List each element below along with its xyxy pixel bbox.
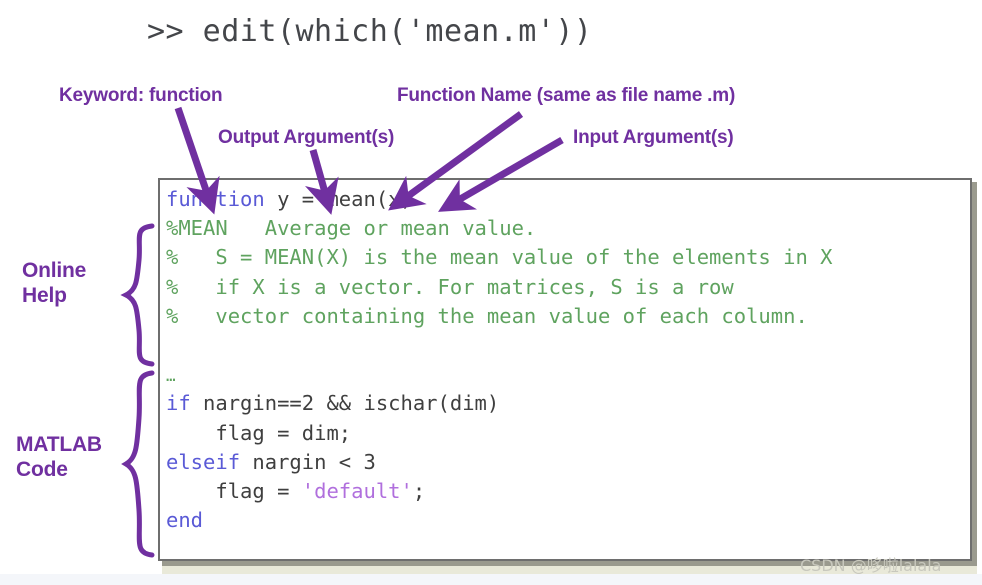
code-token-comment: % S = MEAN(X) is the mean value of the e… — [166, 245, 833, 270]
code-line: if nargin==2 && ischar(dim) — [166, 389, 970, 418]
annotation-label-function-name: Function Name (same as file name .m) — [397, 85, 736, 106]
code-token-spacer — [166, 333, 178, 357]
code-token-text: nargin < 3 — [240, 449, 376, 474]
code-line-list: function y = mean(x) %MEAN Average or mea… — [166, 185, 970, 559]
code-token-keyword: if — [166, 391, 191, 416]
code-token-keyword: elseif — [166, 449, 241, 474]
code-token-text: flag = dim; — [166, 420, 352, 445]
section-label-matlab-code: MATLAB Code — [16, 433, 102, 481]
code-line: % S = MEAN(X) is the mean value of the e… — [166, 243, 970, 272]
code-line: % vector containing the mean value of ea… — [166, 302, 970, 331]
code-token-text: flag = — [166, 478, 302, 503]
code-token-comment: % if X is a vector. For matrices, S is a… — [166, 274, 734, 299]
slide-canvas: >> edit(which('mean.m')) Keyword: functi… — [0, 0, 982, 585]
code-line: … — [166, 360, 970, 389]
code-token-ellipsis: … — [166, 366, 176, 386]
code-line — [166, 331, 970, 360]
code-editor-panel: function y = mean(x) %MEAN Average or mea… — [158, 178, 972, 561]
code-token-string: 'default' — [301, 478, 413, 503]
matlab-command-line: >> edit(which('mean.m')) — [147, 14, 593, 49]
brace-matlab-code — [121, 370, 155, 558]
code-line: elseif nargin < 3 — [166, 448, 970, 477]
code-token-text: y = mean(x) — [264, 187, 413, 211]
brace-online-help — [120, 223, 155, 367]
code-line: end — [166, 506, 970, 535]
annotation-label-output-argument: Output Argument(s) — [218, 127, 395, 148]
code-token-comment: % vector containing the mean value of ea… — [166, 303, 808, 328]
code-token-text: nargin==2 && ischar(dim) — [190, 391, 500, 416]
code-line: % if X is a vector. For matrices, S is a… — [166, 273, 970, 302]
code-token-keyword: function — [166, 187, 265, 211]
csdn-watermark: CSDN @哆啦lalala — [800, 556, 942, 575]
annotation-label-input-argument: Input Argument(s) — [573, 127, 734, 148]
code-token-text: ; — [412, 478, 426, 503]
section-label-online-help: Online Help — [22, 259, 87, 307]
code-line: function y = mean(x) — [166, 185, 970, 214]
code-token-keyword: end — [166, 508, 204, 533]
code-line: flag = 'default'; — [166, 477, 970, 506]
annotation-label-keyword: Keyword: function — [59, 85, 223, 106]
code-line: flag = dim; — [166, 419, 970, 448]
code-token-comment: %MEAN Average or mean value. — [166, 216, 537, 241]
code-token-spacer — [166, 537, 178, 559]
code-line: %MEAN Average or mean value. — [166, 214, 970, 243]
